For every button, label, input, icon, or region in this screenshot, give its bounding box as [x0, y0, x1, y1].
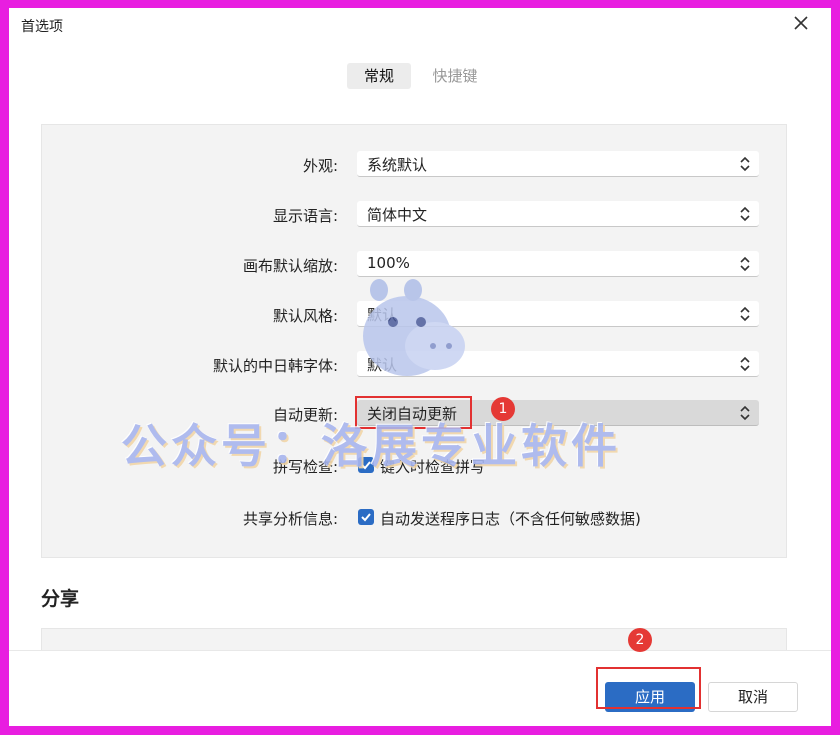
share-analytics-text[interactable]: 自动发送程序日志（不含任何敏感数据) — [380, 508, 641, 529]
chevron-updown-icon — [740, 405, 750, 421]
chevron-updown-icon — [740, 156, 750, 172]
auto-update-value: 关闭自动更新 — [367, 405, 458, 423]
check-icon — [361, 513, 371, 522]
preferences-dialog: 首选项 常规 快捷键 外观: 系统默认 显示语言: 简体中文 画布默认缩放: 1… — [9, 8, 831, 726]
general-settings-panel: 外观: 系统默认 显示语言: 简体中文 画布默认缩放: 100% 默认风格: 默… — [41, 124, 787, 558]
spell-check-text[interactable]: 键入时检查拼写 — [380, 456, 485, 477]
annotation-badge-1: 1 — [491, 397, 515, 421]
chevron-updown-icon — [740, 306, 750, 322]
share-analytics-label: 共享分析信息: — [242, 510, 338, 528]
window-title: 首选项 — [21, 19, 63, 35]
appearance-value: 系统默认 — [367, 156, 428, 174]
cancel-button[interactable]: 取消 — [708, 682, 798, 712]
annotation-badge-2: 2 — [628, 628, 652, 652]
close-button[interactable] — [787, 12, 815, 36]
spell-check-checkbox[interactable] — [358, 457, 374, 473]
canvas-zoom-value: 100% — [367, 254, 410, 272]
chevron-updown-icon — [740, 206, 750, 222]
chevron-updown-icon — [740, 256, 750, 272]
auto-update-label: 自动更新: — [272, 406, 338, 424]
canvas-zoom-select[interactable]: 100% — [357, 251, 759, 277]
chevron-updown-icon — [740, 356, 750, 372]
appearance-label: 外观: — [302, 157, 338, 175]
cjk-font-value: 默认 — [367, 356, 398, 374]
dialog-footer: 应用 取消 — [9, 650, 831, 726]
tab-shortcuts[interactable]: 快捷键 — [427, 63, 483, 89]
cjk-font-select[interactable]: 默认 — [357, 351, 759, 377]
title-bar: 首选项 — [9, 8, 831, 40]
share-section-title: 分享 — [41, 588, 80, 610]
tab-general[interactable]: 常规 — [347, 63, 411, 89]
default-style-label: 默认风格: — [272, 307, 338, 325]
default-style-value: 默认 — [367, 306, 398, 324]
close-icon — [794, 16, 808, 30]
spell-check-label: 拼写检查: — [272, 458, 338, 476]
display-language-select[interactable]: 简体中文 — [357, 201, 759, 227]
check-icon — [361, 461, 371, 470]
display-language-value: 简体中文 — [367, 206, 428, 224]
apply-button[interactable]: 应用 — [605, 682, 695, 712]
default-style-select[interactable]: 默认 — [357, 301, 759, 327]
appearance-select[interactable]: 系统默认 — [357, 151, 759, 177]
auto-update-select[interactable]: 关闭自动更新 — [357, 400, 759, 426]
share-analytics-checkbox[interactable] — [358, 509, 374, 525]
canvas-zoom-label: 画布默认缩放: — [242, 257, 338, 275]
display-language-label: 显示语言: — [272, 207, 338, 225]
cjk-font-label: 默认的中日韩字体: — [212, 357, 338, 375]
